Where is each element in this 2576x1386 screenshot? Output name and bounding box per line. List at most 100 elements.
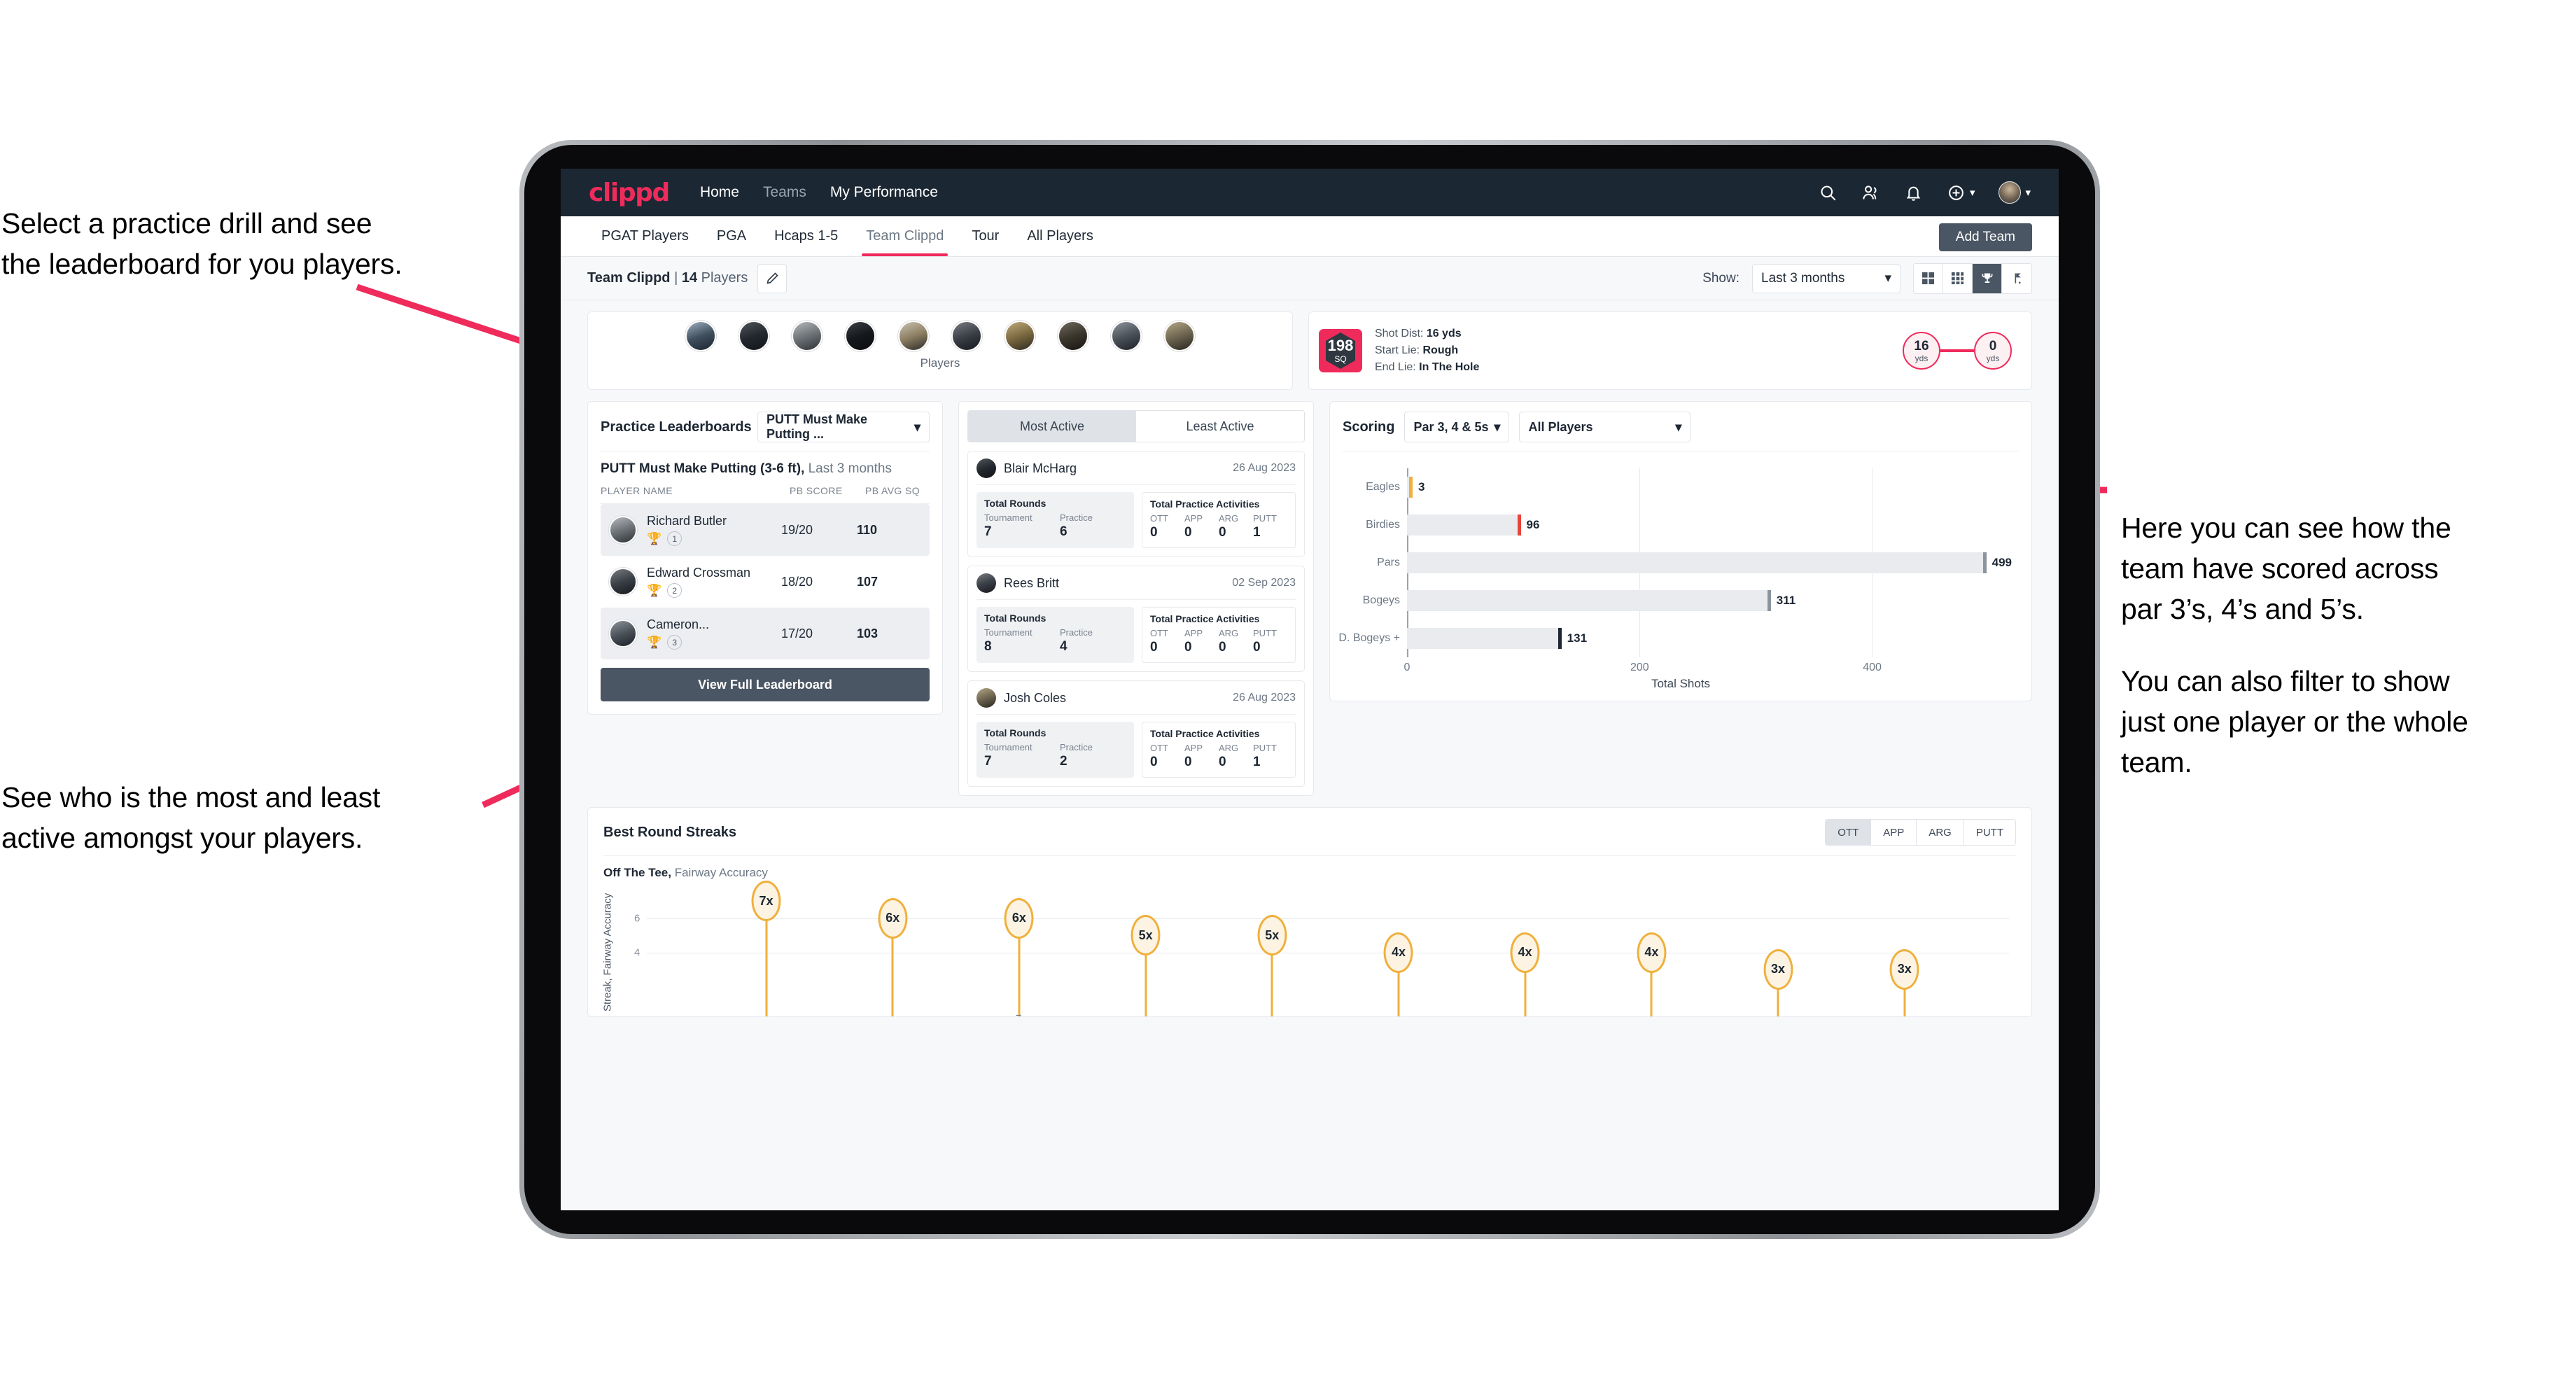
chevron-down-icon: ▾ — [1494, 419, 1501, 434]
add-team-button[interactable]: Add Team — [1938, 223, 2032, 251]
toggle-app[interactable]: APP — [1871, 820, 1917, 845]
player-avatar[interactable] — [685, 321, 716, 351]
end-lie-label: End Lie: — [1375, 361, 1416, 374]
dashboard-content: Players 198 SQ Shot Dist: 16 yds Start L… — [561, 312, 2059, 1017]
divider — [603, 855, 2016, 856]
player-filter-select[interactable]: All Players ▾ — [1519, 412, 1691, 442]
tab-hcaps-1-5[interactable]: Hcaps 1-5 — [760, 216, 852, 256]
practice-leaderboard-card: Practice Leaderboards PUTT Must Make Put… — [587, 401, 943, 715]
search-icon[interactable] — [1819, 183, 1837, 202]
chart-category-label: Eagles — [1366, 480, 1400, 493]
practice-values: OTT 0 APP 0 ARG 0 PUTT 0 — [1150, 628, 1287, 655]
activity-item[interactable]: Josh Coles 26 Aug 2023 Total Rounds Tournam… — [967, 680, 1305, 787]
shot-summary-card: 198 SQ Shot Dist: 16 yds Start Lie: Roug… — [1308, 312, 2032, 390]
team-toolbar: Team Clippd | 14 Players Show: Last 3 mo… — [561, 257, 2059, 300]
annotation-bottom-left: See who is the most and least active amo… — [1, 777, 533, 858]
tab-most-active[interactable]: Most Active — [968, 411, 1136, 442]
player-avatar[interactable] — [898, 321, 929, 351]
player-avatar[interactable] — [1111, 321, 1142, 351]
player-avatar[interactable] — [845, 321, 876, 351]
trophy-icon[interactable] — [1973, 263, 2002, 293]
tab-tour[interactable]: Tour — [958, 216, 1013, 256]
pencil-icon[interactable] — [757, 263, 788, 293]
player-avatar[interactable] — [792, 321, 822, 351]
chart-bar-value: 3 — [1418, 479, 1425, 493]
chart-lollipop[interactable]: 4x — [1637, 932, 1667, 1016]
chart-lollipop[interactable]: 3x — [1889, 948, 1919, 1016]
toggle-putt[interactable]: PUTT — [1963, 820, 2015, 845]
toggle-ott[interactable]: OTT — [1826, 820, 1872, 845]
chart-lollipop[interactable]: 6x — [1004, 897, 1034, 1016]
activity-stats: Total Rounds Tournament 8 Practice 4 Total Pr… — [976, 607, 1296, 663]
ott-value: 0 — [1150, 755, 1158, 769]
profile-menu[interactable]: ▾ — [1998, 181, 2031, 204]
activity-item[interactable]: Blair McHarg 26 Aug 2023 Total Rounds Tourn… — [967, 451, 1305, 557]
activity-item[interactable]: Rees Britt 02 Sep 2023 Total Rounds Tournam… — [967, 566, 1305, 672]
tab-team-clippd[interactable]: Team Clippd — [852, 216, 958, 256]
chart-lollipop[interactable]: 7x — [751, 881, 781, 1016]
chart-bar — [1407, 627, 1562, 650]
player-avatar[interactable] — [951, 321, 982, 351]
tab-pgat-players[interactable]: PGAT Players — [587, 216, 703, 256]
rank-badge: 1 — [667, 531, 682, 547]
putt-value: 1 — [1253, 755, 1261, 769]
chart-lollipop[interactable]: 6x — [878, 897, 908, 1016]
chart-lollipop[interactable]: 4x — [1510, 932, 1540, 1016]
team-players-word: Players — [697, 270, 748, 286]
tab-pga[interactable]: PGA — [703, 216, 760, 256]
clippd-logo[interactable]: clippd — [589, 178, 670, 207]
chart-lollipop[interactable]: 4x — [1383, 932, 1413, 1016]
tab-all-players[interactable]: All Players — [1013, 216, 1107, 256]
leaderboard-row[interactable]: Cameron... 🏆 3 17/20 103 — [601, 608, 930, 659]
leaderboard-row[interactable]: Edward Crossman 🏆 2 18/20 107 — [601, 556, 930, 608]
nav-my-performance[interactable]: My Performance — [830, 184, 938, 201]
streaks-metric-detail: Fairway Accuracy — [671, 866, 768, 879]
activity-date: 26 Aug 2023 — [1233, 692, 1296, 704]
bell-icon[interactable] — [1904, 183, 1923, 202]
chart-x-category: m — [1014, 1014, 1024, 1016]
people-icon[interactable] — [1861, 183, 1880, 202]
plus-circle-icon[interactable]: ▾ — [1947, 183, 1975, 202]
golf-flag-icon[interactable] — [2002, 264, 2031, 293]
activity-player-name: Josh Coles — [1004, 690, 1067, 705]
app-value: 0 — [1184, 755, 1192, 769]
toggle-arg[interactable]: ARG — [1917, 820, 1964, 845]
arg-label: ARG — [1219, 513, 1239, 524]
tournament-label: Tournament — [984, 512, 1032, 523]
team-tabs: PGAT Players PGA Hcaps 1-5 Team Clippd T… — [561, 216, 2059, 257]
total-rounds-title: Total Rounds — [984, 612, 1046, 624]
nav-home[interactable]: Home — [700, 184, 739, 201]
practice-activities-box: Total Practice Activities OTT 0 APP 0 ARG 0 PUT… — [1142, 607, 1296, 663]
chart-lollipop[interactable]: 3x — [1763, 948, 1793, 1016]
grid-large-icon[interactable] — [1914, 263, 1943, 293]
shot-end-value: 0 — [1989, 338, 1997, 354]
date-range-select[interactable]: Last 3 months ▾ — [1752, 263, 1900, 293]
player-avatar[interactable] — [738, 321, 769, 351]
nav-teams[interactable]: Teams — [763, 184, 806, 201]
tab-least-active[interactable]: Least Active — [1136, 411, 1304, 442]
chart-lollipop[interactable]: 5x — [1257, 915, 1287, 1016]
drill-select[interactable]: PUTT Must Make Putting ... ▾ — [757, 412, 930, 442]
player-name: Cameron... — [647, 617, 710, 631]
view-full-leaderboard-button[interactable]: View Full Leaderboard — [601, 668, 930, 701]
putt-label: PUTT — [1253, 513, 1277, 524]
grid-small-icon[interactable] — [1943, 263, 1973, 293]
end-lie-value: In The Hole — [1419, 361, 1480, 374]
activity-item-header: Josh Coles 26 Aug 2023 — [976, 688, 1296, 715]
tournament-value: 7 — [984, 754, 992, 769]
hexagon-icon: 198 SQ — [1323, 331, 1358, 370]
chart-category-label: Birdies — [1366, 518, 1400, 531]
chart-streak-label: 3x — [1889, 948, 1919, 990]
arg-stat: ARG 0 — [1219, 743, 1253, 770]
leaderboard-row[interactable]: Richard Butler 🏆 1 19/20 110 — [601, 504, 930, 556]
practice-stat: Practice 2 — [1060, 742, 1126, 769]
player-avatar[interactable] — [1004, 321, 1035, 351]
par-filter-select[interactable]: Par 3, 4 & 5s ▾ — [1404, 412, 1510, 442]
player-avatar[interactable] — [1058, 321, 1088, 351]
chart-bar-value: 96 — [1526, 517, 1540, 531]
player-avatar[interactable] — [1164, 321, 1195, 351]
trophy-icon: 🏆 — [647, 584, 662, 598]
chart-lollipop[interactable]: 5x — [1130, 915, 1161, 1016]
app-header: clippd Home Teams My Performance ▾ ▾ — [561, 169, 2059, 216]
start-lie-row: Start Lie: Rough — [1375, 342, 1479, 359]
